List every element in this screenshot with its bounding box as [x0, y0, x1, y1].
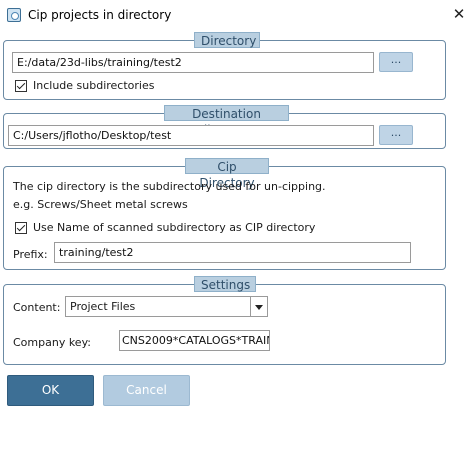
settings-legend: Settings [194, 276, 256, 292]
directory-group: Directory E:/data/23d-libs/training/test… [3, 32, 446, 100]
destination-group: Destination directory C:/Users/jflotho/D… [3, 105, 446, 149]
content-select-value: Project Files [70, 300, 136, 313]
destination-browse-button[interactable]: ... [379, 125, 413, 145]
chevron-down-icon[interactable] [250, 297, 267, 316]
cip-directory-example: e.g. Screws/Sheet metal screws [13, 198, 188, 211]
content-label: Content: [13, 301, 61, 314]
title-bar: Cip projects in directory ✕ [0, 0, 472, 30]
company-key-label: Company key: [13, 336, 91, 349]
include-subdirectories-checkbox[interactable] [15, 80, 27, 92]
use-name-label: Use Name of scanned subdirectory as CIP … [33, 221, 316, 234]
directory-path-input[interactable]: E:/data/23d-libs/training/test2 [12, 52, 374, 73]
destination-path-input[interactable]: C:/Users/jflotho/Desktop/test [8, 125, 374, 146]
cip-directory-description: The cip directory is the subdirectory us… [13, 180, 326, 193]
prefix-input[interactable]: training/test2 [54, 242, 411, 263]
destination-legend: Destination directory [164, 105, 289, 137]
ok-button[interactable]: OK [7, 375, 94, 406]
window-title: Cip projects in directory [28, 8, 172, 22]
use-name-checkbox[interactable] [15, 222, 27, 234]
cancel-button[interactable]: Cancel [103, 375, 190, 406]
directory-legend: Directory [194, 32, 260, 48]
cip-directory-group: Cip Directory The cip directory is the s… [3, 158, 446, 270]
settings-group: Settings Content: Project Files Company … [3, 276, 446, 365]
company-key-input[interactable]: CNS2009*CATALOGS*TRAINI [119, 330, 270, 351]
include-subdirectories-label: Include subdirectories [33, 79, 155, 92]
directory-browse-button[interactable]: ... [379, 52, 413, 72]
close-icon[interactable]: ✕ [452, 6, 466, 22]
app-icon [7, 8, 21, 22]
prefix-label: Prefix: [13, 248, 48, 261]
content-select[interactable]: Project Files [65, 296, 268, 317]
cip-directory-legend: Cip Directory [185, 158, 269, 190]
